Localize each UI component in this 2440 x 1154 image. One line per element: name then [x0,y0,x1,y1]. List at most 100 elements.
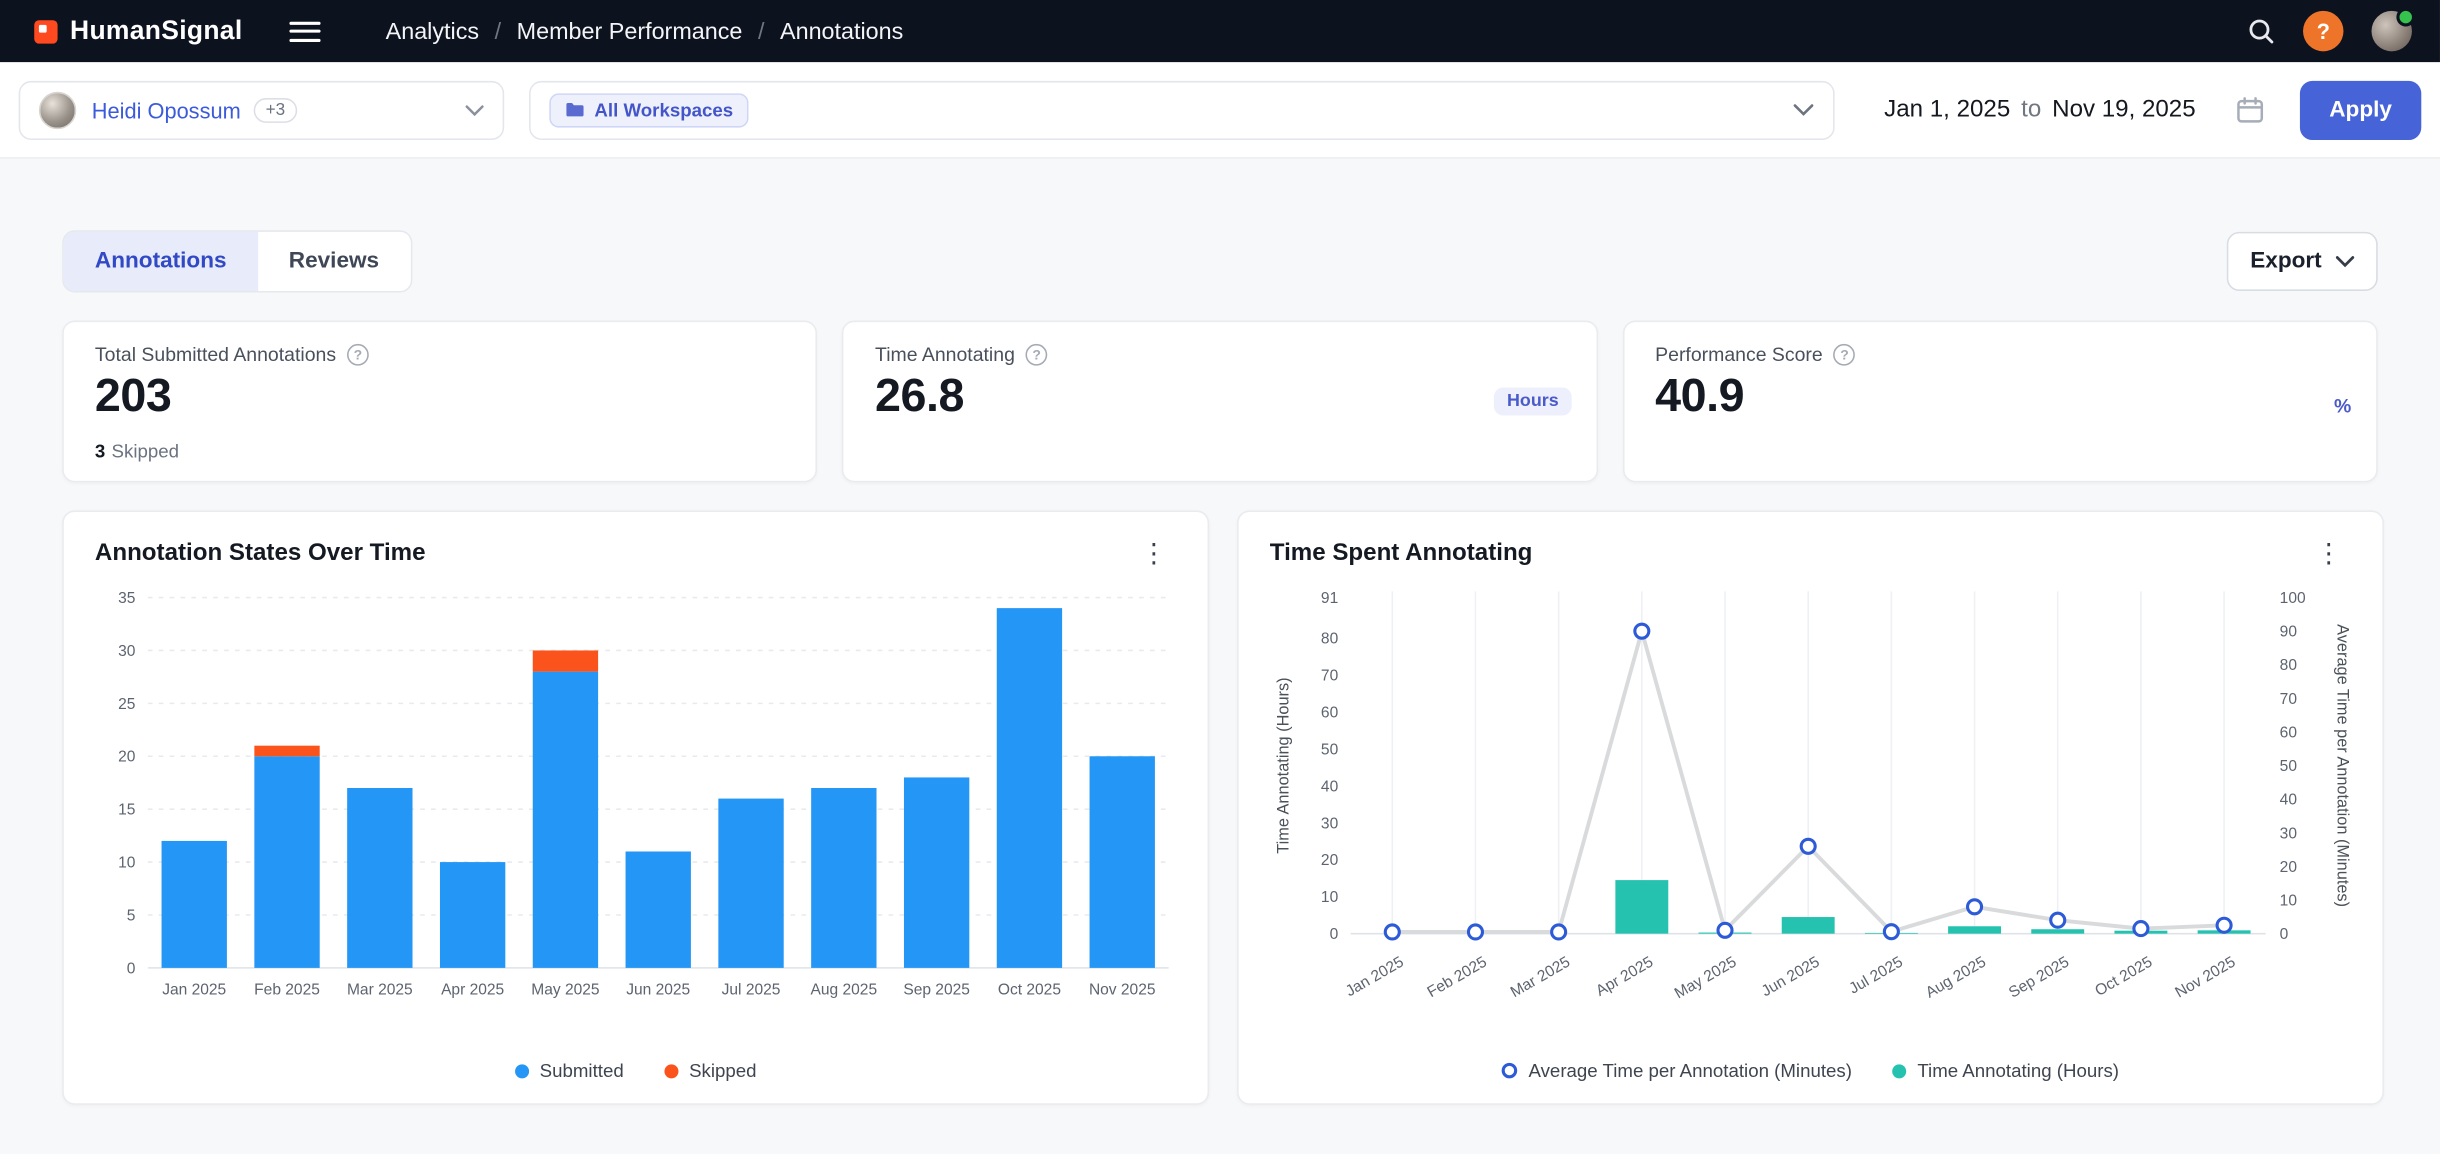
svg-text:50: 50 [1321,741,1339,758]
line-marker [2134,922,2148,936]
hours-bar [1782,917,1835,934]
help-icon[interactable]: ? [2303,11,2343,51]
svg-text:Sep 2025: Sep 2025 [2006,954,2072,1002]
info-icon[interactable]: ? [1026,344,1048,366]
info-icon[interactable]: ? [1834,344,1856,366]
tab-group: Annotations Reviews [62,230,412,292]
svg-text:25: 25 [118,696,135,713]
filter-bar: Heidi Opossum +3 All Workspaces Jan 1, 2… [0,62,2440,158]
skipped-bar [254,746,319,757]
svg-text:Nov 2025: Nov 2025 [2172,954,2238,1002]
legend-label: Average Time per Annotation (Minutes) [1528,1060,1851,1082]
stat-title: Total Submitted Annotations ? [95,344,785,366]
stat-card-time-annotating: Time Annotating ? 26.8 Hours [842,321,1597,483]
line-marker [1635,624,1649,638]
topbar-actions: ? [2247,11,2412,51]
submitted-bar [997,608,1062,968]
breadcrumb-member-performance[interactable]: Member Performance [517,18,743,44]
submitted-bar [811,788,876,968]
submitted-bar [904,777,969,967]
stat-title-text: Total Submitted Annotations [95,344,336,366]
date-separator: to [2021,96,2041,124]
topbar: HumanSignal Analytics / Member Performan… [0,0,2440,62]
chevron-down-icon [465,103,484,115]
legend-label: Time Annotating (Hours) [1917,1060,2119,1082]
svg-text:80: 80 [2280,657,2298,674]
legend-label: Skipped [689,1060,756,1082]
line-marker [1968,900,1982,914]
workspace-chip-label: All Workspaces [594,99,733,121]
svg-text:20: 20 [2280,859,2298,876]
submitted-bar [533,672,598,968]
line-marker [2051,913,2065,927]
svg-text:Nov 2025: Nov 2025 [1089,981,1156,998]
line-marker [1884,925,1898,939]
svg-text:Aug 2025: Aug 2025 [811,981,878,998]
tab-annotations[interactable]: Annotations [64,232,258,291]
svg-text:20: 20 [118,749,136,766]
member-extra-count-badge: +3 [253,97,297,122]
svg-text:Mar 2025: Mar 2025 [1508,954,1573,1002]
stat-title-text: Time Annotating [875,344,1015,366]
svg-text:Jan 2025: Jan 2025 [162,981,226,998]
time-spent-chart-svg: Jan 2025Feb 2025Mar 2025Apr 2025May 2025… [1270,576,2351,1043]
hours-bar [2031,929,2084,933]
svg-text:70: 70 [2280,691,2298,708]
chart-legend: Average Time per Annotation (Minutes) Tim… [1270,1050,2351,1090]
calendar-icon[interactable] [2225,93,2275,127]
humansignal-logo-icon [34,19,57,42]
svg-text:80: 80 [1321,631,1339,648]
stat-card-total-submitted: Total Submitted Annotations ? 203 3Skipp… [62,321,817,483]
svg-text:Oct 2025: Oct 2025 [998,981,1061,998]
svg-text:0: 0 [2280,926,2289,943]
stat-footnote: 3Skipped [95,440,179,462]
svg-text:30: 30 [1321,815,1339,832]
submitted-bar [1090,756,1155,968]
svg-text:90: 90 [2280,624,2298,641]
legend-item: Time Annotating (Hours) [1892,1060,2119,1082]
chart-menu-kebab-icon[interactable]: ⋮ [2306,537,2351,570]
workspace-chip[interactable]: All Workspaces [549,93,748,127]
online-status-dot [2396,8,2415,27]
stat-value: 40.9 [1655,370,2345,423]
user-avatar[interactable] [2371,11,2411,51]
chart-title: Annotation States Over Time [95,539,426,567]
line-marker [1718,923,1732,937]
svg-text:10: 10 [118,855,136,872]
time-spent-chart-card: Time Spent Annotating ⋮ Jan 2025Feb 2025… [1237,510,2384,1104]
svg-text:5: 5 [127,907,136,924]
legend-item: Average Time per Annotation (Minutes) [1502,1060,1852,1082]
search-icon[interactable] [2247,17,2275,45]
date-from[interactable]: Jan 1, 2025 [1884,96,2010,124]
breadcrumb-current: Annotations [780,18,903,44]
submitted-bar [347,788,412,968]
date-to[interactable]: Nov 19, 2025 [2052,96,2196,124]
stat-title: Time Annotating ? [875,344,1565,366]
tab-reviews[interactable]: Reviews [258,232,411,291]
stat-title: Performance Score ? [1655,344,2345,366]
main-content: Annotations Reviews Export Total Submitt… [0,159,2440,1105]
info-icon[interactable]: ? [347,344,369,366]
apply-button[interactable]: Apply [2300,80,2421,139]
svg-text:Jul 2025: Jul 2025 [1846,954,1905,998]
svg-text:100: 100 [2280,590,2306,607]
chart-menu-kebab-icon[interactable]: ⋮ [1131,537,1176,570]
legend-ring-marker [1502,1063,1518,1079]
member-select[interactable]: Heidi Opossum +3 [19,80,505,139]
line-marker [1468,925,1482,939]
svg-text:20: 20 [1321,852,1339,869]
svg-text:Jun 2025: Jun 2025 [626,981,690,998]
menu-icon[interactable] [289,21,320,41]
workspace-select[interactable]: All Workspaces [529,80,1834,139]
export-button[interactable]: Export [2227,232,2378,291]
chart-header: Time Spent Annotating ⋮ [1270,537,2351,570]
breadcrumb-analytics[interactable]: Analytics [386,18,479,44]
member-name: Heidi Opossum [92,97,241,122]
date-range[interactable]: Jan 1, 2025 to Nov 19, 2025 [1859,93,2275,127]
line-marker [1552,925,1566,939]
svg-text:15: 15 [118,802,135,819]
stat-value: 26.8 [875,370,1565,423]
stat-value: 203 [95,370,785,423]
legend-dot-marker [515,1064,529,1078]
line-marker [2217,918,2231,932]
